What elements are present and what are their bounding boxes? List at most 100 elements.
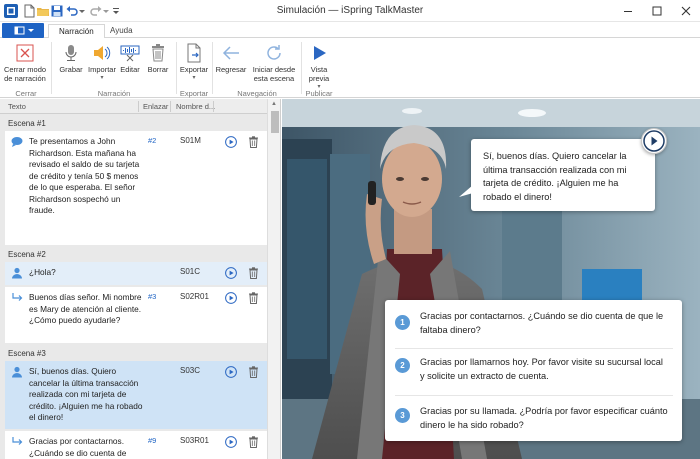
row-name: S02R01 — [180, 292, 209, 301]
row-name: S01M — [180, 136, 201, 145]
ribbon-separator — [51, 42, 52, 94]
vertical-scrollbar[interactable]: ▲ — [267, 99, 280, 459]
close-narration-mode-button[interactable]: Cerrar modo de narración — [3, 41, 47, 83]
scene-header-2[interactable]: Escena #2 — [2, 247, 267, 262]
close-window-icon[interactable] — [678, 3, 694, 19]
window-title: Simulación — iSpring TalkMaster — [276, 5, 424, 16]
option-number: 3 — [395, 408, 410, 423]
play-icon[interactable] — [225, 267, 237, 279]
list-item[interactable]: Buenos días señor. Mi nombre es Mary de … — [5, 287, 267, 343]
row-text: ¿Hola? — [29, 267, 56, 277]
character-person-icon — [11, 366, 23, 378]
row-text: Buenos días señor. Mi nombre es Mary de … — [29, 292, 142, 325]
delete-button[interactable]: Borrar — [143, 41, 173, 74]
column-divider — [170, 101, 171, 112]
microphone-icon — [56, 41, 86, 65]
group-label-publicar: Publicar — [305, 89, 333, 98]
arrow-left-icon — [214, 41, 248, 65]
play-preview-icon — [303, 41, 335, 65]
response-options-panel: 1 Gracias por contactarnos. ¿Cuándo se d… — [385, 300, 682, 441]
bubble-tail — [459, 185, 473, 197]
trash-icon — [143, 41, 173, 65]
record-button[interactable]: Grabar — [56, 41, 86, 74]
import-dropdown-icon: ▾ — [100, 75, 104, 81]
reply-arrow-icon — [11, 436, 23, 448]
audio-edit-icon — [118, 41, 142, 65]
row-text: Sí, buenos días. Quiero cancelar la últi… — [29, 366, 143, 422]
character-person-icon — [11, 267, 23, 279]
scene-header-3[interactable]: Escena #3 — [2, 346, 267, 361]
column-enlazar[interactable]: Enlazar — [143, 102, 168, 111]
list-item[interactable]: Te presentamos a John Richardson. Esta m… — [5, 131, 267, 245]
tab-ayuda[interactable]: Ayuda — [100, 24, 143, 39]
option-text: Gracias por su llamada. ¿Podría por favo… — [420, 406, 668, 430]
bubble-play-button[interactable] — [641, 128, 667, 154]
group-label-exportar: Exportar — [179, 89, 209, 98]
group-label-navegacion: Navegación — [237, 89, 277, 98]
row-name: S03R01 — [180, 436, 209, 445]
preview-button[interactable]: Vista previa ▾ — [303, 41, 335, 92]
column-divider — [138, 101, 139, 112]
play-icon[interactable] — [225, 366, 237, 378]
play-icon[interactable] — [225, 136, 237, 148]
speech-bubble: Sí, buenos días. Quiero cancelar la últi… — [459, 139, 655, 211]
scene-header-1[interactable]: Escena #1 — [2, 116, 267, 131]
trash-icon[interactable] — [248, 366, 259, 378]
row-name: S03C — [180, 366, 201, 375]
file-menu-button[interactable] — [2, 23, 44, 38]
start-from-scene-button[interactable]: Iniciar desde esta escena — [250, 41, 298, 83]
export-dropdown-icon: ▾ — [192, 75, 196, 81]
response-option-1[interactable]: 1 Gracias por contactarnos. ¿Cuándo se d… — [385, 300, 682, 347]
narrator-speech-icon — [11, 136, 23, 148]
group-label-cerrar: Cerrar — [15, 89, 37, 98]
response-option-2[interactable]: 2 Gracias por llamarnos hoy. Por favor v… — [385, 348, 682, 395]
option-number: 2 — [395, 358, 410, 373]
scene-preview: Sí, buenos días. Quiero cancelar la últi… — [282, 99, 700, 459]
scroll-up-icon[interactable]: ▲ — [271, 101, 277, 107]
ribbon-separator — [301, 42, 302, 94]
play-icon — [643, 130, 665, 152]
list-item[interactable]: ¿Hola? S01C — [5, 262, 267, 285]
row-link[interactable]: #3 — [148, 292, 156, 301]
import-button[interactable]: Importar ▾ — [86, 41, 118, 83]
option-text: Gracias por llamarnos hoy. Por favor vis… — [420, 357, 663, 381]
speaker-import-icon — [86, 41, 118, 65]
column-nombre[interactable]: Nombre d... — [176, 102, 215, 111]
export-button[interactable]: Exportar ▾ — [177, 41, 211, 83]
trash-icon[interactable] — [248, 267, 259, 279]
export-file-icon — [177, 41, 211, 65]
trash-icon[interactable] — [248, 292, 259, 304]
list-item-selected[interactable]: Sí, buenos días. Quiero cancelar la últi… — [5, 361, 267, 429]
list-item[interactable]: Gracias por contactarnos. ¿Cuándo se dio… — [5, 431, 267, 459]
minimize-icon[interactable] — [620, 3, 636, 19]
option-number: 1 — [395, 315, 410, 330]
scrollbar-thumb[interactable] — [271, 111, 279, 133]
column-texto[interactable]: Texto — [8, 102, 26, 111]
back-button[interactable]: Regresar — [214, 41, 248, 74]
ribbon: Cerrar modo de narración Grabar Importar… — [0, 38, 700, 98]
play-icon[interactable] — [225, 292, 237, 304]
trash-icon[interactable] — [248, 436, 259, 448]
close-mode-icon — [3, 41, 47, 65]
row-link[interactable]: #9 — [148, 436, 156, 445]
row-link[interactable]: #2 — [148, 136, 156, 145]
maximize-icon[interactable] — [649, 3, 665, 19]
narration-list-pane: Texto Enlazar Nombre d... Escena #1 Te p… — [0, 99, 281, 459]
row-text: Gracias por contactarnos. ¿Cuándo se dio… — [29, 436, 127, 458]
response-option-3[interactable]: 3 Gracias por su llamada. ¿Podría por fa… — [385, 395, 682, 442]
speech-bubble-text: Sí, buenos días. Quiero cancelar la últi… — [483, 151, 627, 202]
trash-icon[interactable] — [248, 136, 259, 148]
edit-button[interactable]: Editar — [118, 41, 142, 74]
column-header: Texto Enlazar Nombre d... — [0, 99, 267, 114]
row-name: S01C — [180, 267, 201, 276]
group-label-narracion: Narración — [97, 89, 131, 98]
ribbon-separator — [212, 42, 213, 94]
column-divider — [213, 101, 214, 112]
ribbon-tabs: Narración Ayuda — [0, 22, 700, 39]
title-bar: Simulación — iSpring TalkMaster — [0, 0, 700, 22]
restart-icon — [250, 41, 298, 65]
option-text: Gracias por contactarnos. ¿Cuándo se dio… — [420, 311, 664, 335]
reply-arrow-icon — [11, 292, 23, 304]
tab-narracion[interactable]: Narración — [48, 24, 105, 39]
play-icon[interactable] — [225, 436, 237, 448]
